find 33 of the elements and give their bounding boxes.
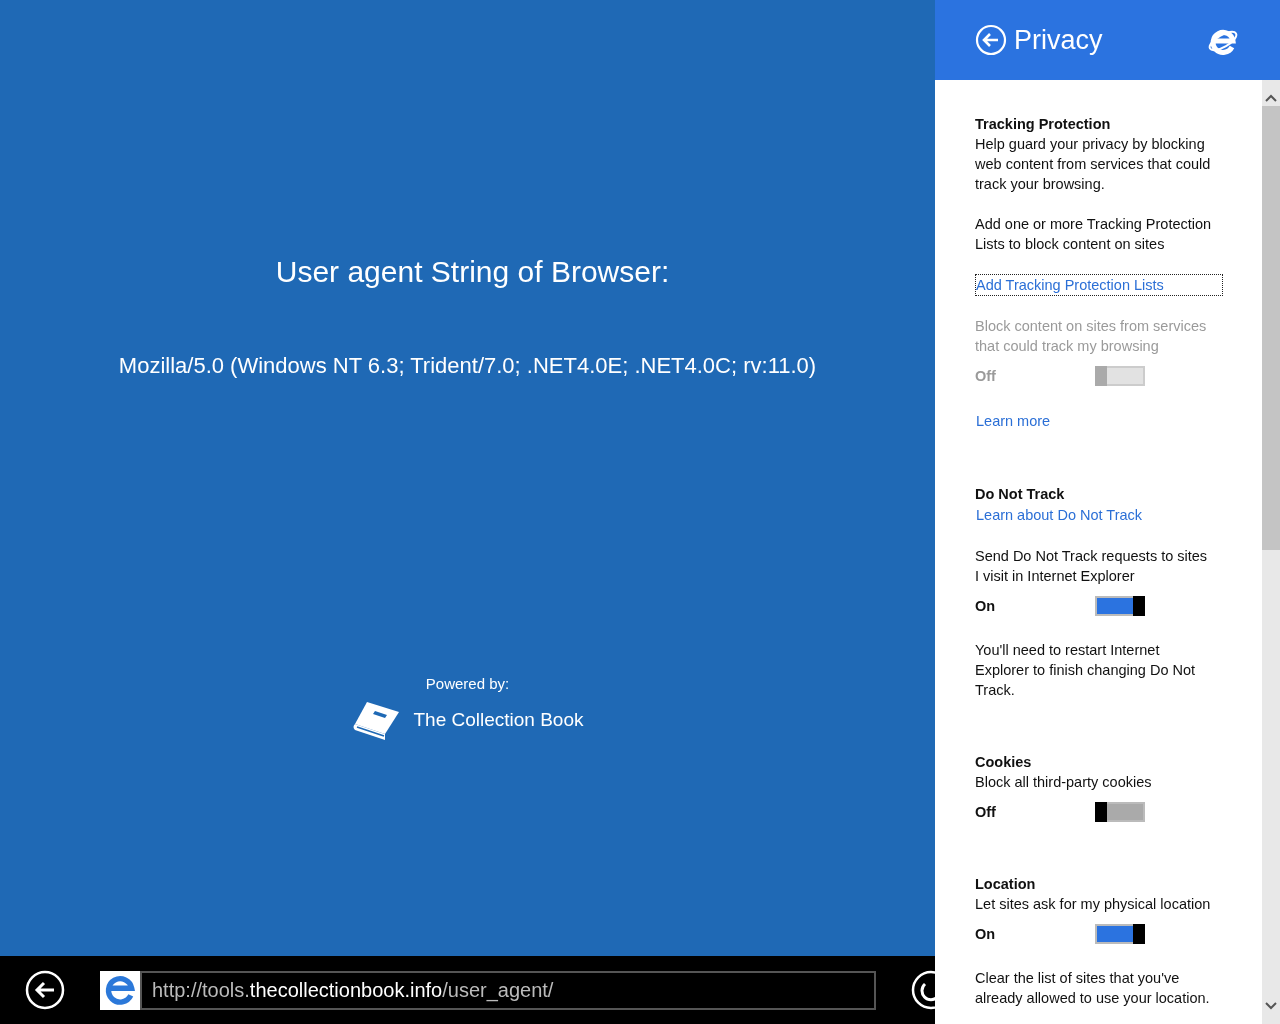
description-text: Block all third-party cookies: [975, 773, 1153, 792]
section-heading: Do Not Track: [975, 485, 1066, 504]
description-text: Send Do Not Track requests to sites I visit in Internet Explorer: [975, 547, 1209, 586]
description-text: Block content on sites from services that could track my browsing: [975, 317, 1208, 356]
toggle-switch[interactable]: [1095, 802, 1145, 822]
scroll-up-icon[interactable]: [1265, 94, 1277, 102]
toggle-state-label: Off: [975, 367, 997, 386]
section-heading: Tracking Protection: [975, 115, 1112, 134]
section-heading: Location: [975, 875, 1037, 894]
link[interactable]: Add Tracking Protection Lists: [975, 274, 1223, 296]
description-text: Let sites ask for my physical location: [975, 895, 1212, 914]
scrollbar[interactable]: [1262, 80, 1280, 1024]
scroll-down-icon[interactable]: [1265, 1002, 1277, 1010]
toggle-state-label: On: [975, 925, 997, 944]
toggle-switch[interactable]: [1095, 596, 1145, 616]
description-text: You'll need to restart Internet Explorer to finish changing Do Not Track.: [975, 641, 1197, 700]
description-text: Clear the list of sites that you've already allowed to use your location.: [975, 969, 1211, 1008]
link[interactable]: Learn about Do Not Track: [975, 504, 1144, 526]
powered-by-label: Powered by:: [425, 675, 510, 692]
toggle-switch[interactable]: [1095, 924, 1145, 944]
browser-logo-icon: [100, 970, 140, 1010]
brand-name: The Collection Book: [413, 709, 584, 731]
back-icon[interactable]: [25, 970, 65, 1010]
description-text: Help guard your privacy by blocking web content from services that could track your browsing.: [975, 135, 1212, 194]
url-field[interactable]: http://tools.thecollectionbook.info/user_agent/: [140, 970, 876, 1010]
page-heading: User agent String of Browser:: [275, 255, 670, 289]
panel-title: Privacy: [1014, 24, 1104, 56]
section-heading: Cookies: [975, 753, 1033, 772]
description-text: Add one or more Tracking Protection Lists to block content on sites: [975, 215, 1213, 254]
link[interactable]: Learn more: [975, 410, 1052, 432]
toggle-state-label: Off: [975, 803, 997, 822]
toggle-state-label: On: [975, 597, 997, 616]
user-agent-text: Mozilla/5.0 (Windows NT 6.3; Trident/7.0; .NET4.0E; .NET4.0C; rv:11.0): [118, 353, 817, 379]
